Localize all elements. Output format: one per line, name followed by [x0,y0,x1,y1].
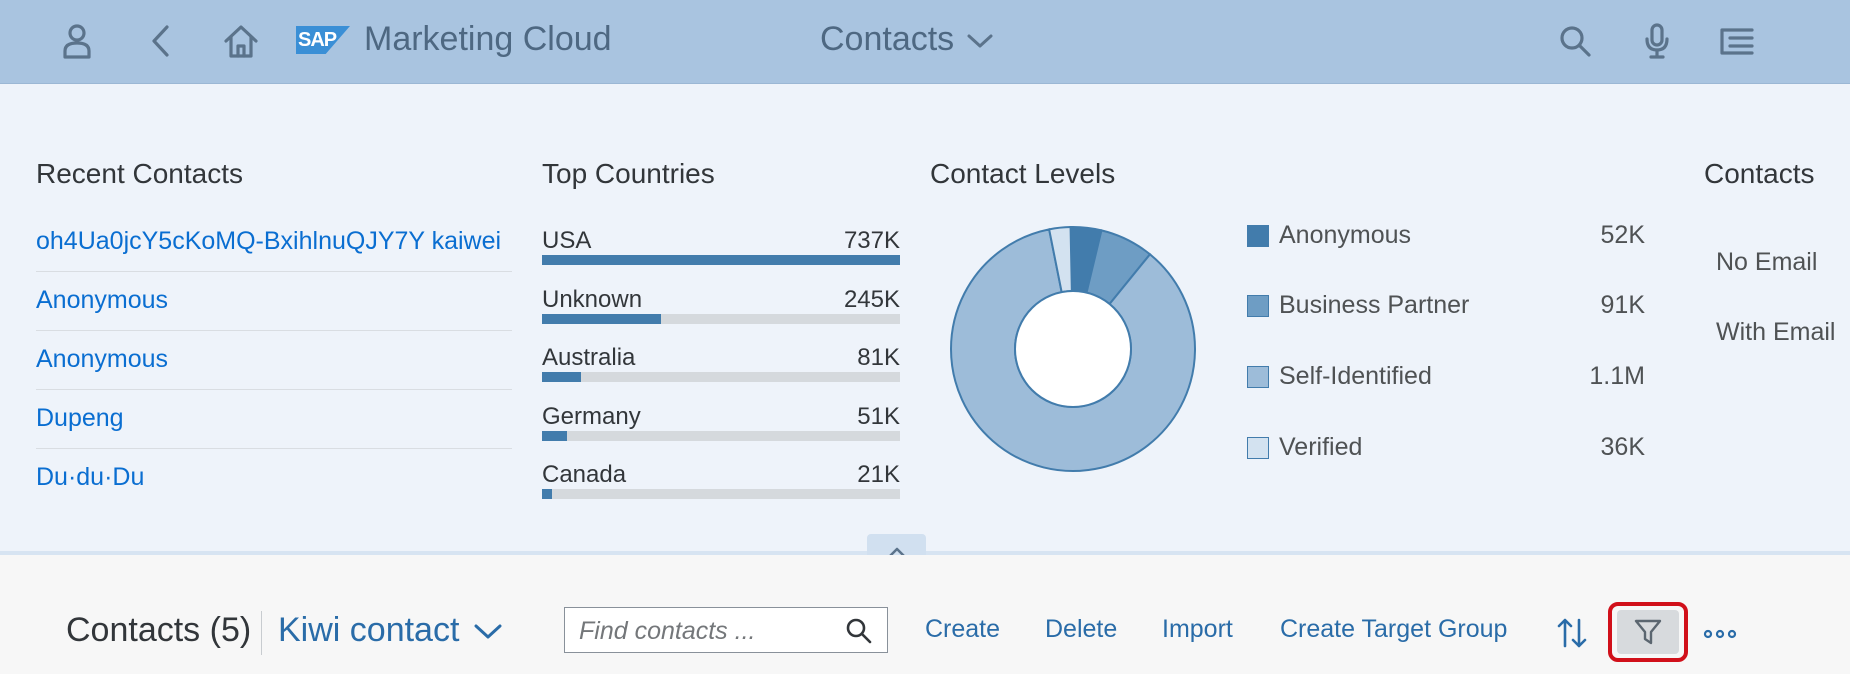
legend-item: Verified 36K [1247,431,1645,471]
import-button[interactable]: Import [1162,615,1233,644]
list-toolbar: Contacts (5) Kiwi contact Create Delete … [0,555,1850,674]
country-name: Australia [542,344,636,371]
sort-icon [1557,618,1587,648]
country-bar [542,255,900,265]
legend-item: Anonymous 52K [1247,219,1645,259]
country-bar-track [542,314,900,324]
legend-value: 91K [1600,291,1645,319]
legend-item: Self-Identified 1.1M [1247,360,1645,400]
legend-value: 52K [1600,221,1645,249]
more-options-button[interactable] [1700,619,1740,649]
country-value: 21K [857,461,900,488]
country-bar [542,372,582,382]
country-row: Australia 81K [542,330,900,388]
country-name: Germany [542,403,641,430]
country-bar-track [542,255,900,265]
filter-button[interactable] [1617,610,1679,654]
recent-contacts-title: Recent Contacts [36,158,243,189]
recent-contact-link[interactable]: Anonymous [36,331,512,390]
recent-contact-link[interactable]: Dupeng [36,390,512,449]
toolbar-divider [261,611,262,655]
variant-selector[interactable]: Kiwi contact [278,611,503,650]
country-row: Unknown 245K [542,272,900,330]
no-email-label: No Email [1716,248,1818,276]
page-title-menu[interactable]: Contacts [820,18,994,60]
country-bar-track [542,372,900,382]
variant-name: Kiwi contact [278,611,460,649]
country-name: Unknown [542,286,643,313]
contact-levels-donut [950,226,1196,472]
chevron-down-icon [966,18,994,60]
country-row: USA 737K [542,213,900,271]
page-title: Contacts [820,20,955,58]
legend-label: Business Partner [1279,291,1470,319]
recent-contact-link[interactable]: Anonymous [36,272,512,331]
country-name: USA [542,227,592,254]
microphone-icon[interactable] [1636,20,1678,62]
top-countries-title: Top Countries [542,158,715,189]
legend-value: 36K [1600,433,1645,461]
country-bar [542,431,567,441]
back-icon[interactable] [140,20,182,62]
search-icon[interactable] [1554,20,1596,62]
search-input[interactable] [565,608,851,654]
legend-label: Verified [1279,433,1363,461]
with-email-label: With Email [1716,318,1836,346]
overflow-icon [1703,629,1737,639]
country-value: 81K [857,344,900,371]
legend-swatch [1247,225,1269,247]
legend-swatch [1247,437,1269,459]
sap-logo: SAP [296,26,350,54]
country-row: Germany 51K [542,389,900,447]
contact-levels-title: Contact Levels [930,158,1116,189]
search-field [564,607,888,654]
legend-label: Anonymous [1279,221,1412,249]
recent-contact-link[interactable]: oh4Ua0jcY5cKoMQ-BxihlnuQJY7Y kaiwei [36,213,512,272]
notifications-icon[interactable] [1716,20,1758,62]
sort-button[interactable] [1550,611,1594,655]
country-value: 737K [843,227,900,254]
country-bar-track [542,489,900,499]
recent-contact-link[interactable]: Du·du·Du [36,449,512,508]
recent-contacts-list: oh4Ua0jcY5cKoMQ-BxihlnuQJY7Y kaiwei Anon… [36,213,512,508]
legend-swatch [1247,295,1269,317]
search-icon[interactable] [845,617,873,650]
user-icon[interactable] [56,20,98,62]
create-target-group-button[interactable]: Create Target Group [1280,615,1507,644]
country-name: Canada [542,461,627,488]
filter-icon [1634,619,1662,645]
shell-bar: SAP Marketing Cloud Contacts [0,0,1850,84]
delete-button[interactable]: Delete [1045,615,1117,644]
list-title: Contacts (5) [66,611,252,649]
legend-swatch [1247,366,1269,388]
country-bar [542,489,553,499]
country-bar [542,314,661,324]
legend-label: Self-Identified [1279,362,1432,390]
country-bar-track [542,431,900,441]
app-title: Marketing Cloud [364,20,612,58]
legend-value: 1.1M [1589,362,1645,390]
home-icon[interactable] [220,20,262,62]
chevron-down-icon [474,624,502,638]
country-value: 245K [843,286,900,313]
filter-highlight [1608,602,1688,662]
legend-item: Business Partner 91K [1247,289,1645,329]
contacts-card-title: Contacts [1704,158,1815,189]
country-row: Canada 21K [542,447,900,505]
create-button[interactable]: Create [925,615,1000,644]
country-value: 51K [857,403,900,430]
donut-hole [1014,290,1132,408]
